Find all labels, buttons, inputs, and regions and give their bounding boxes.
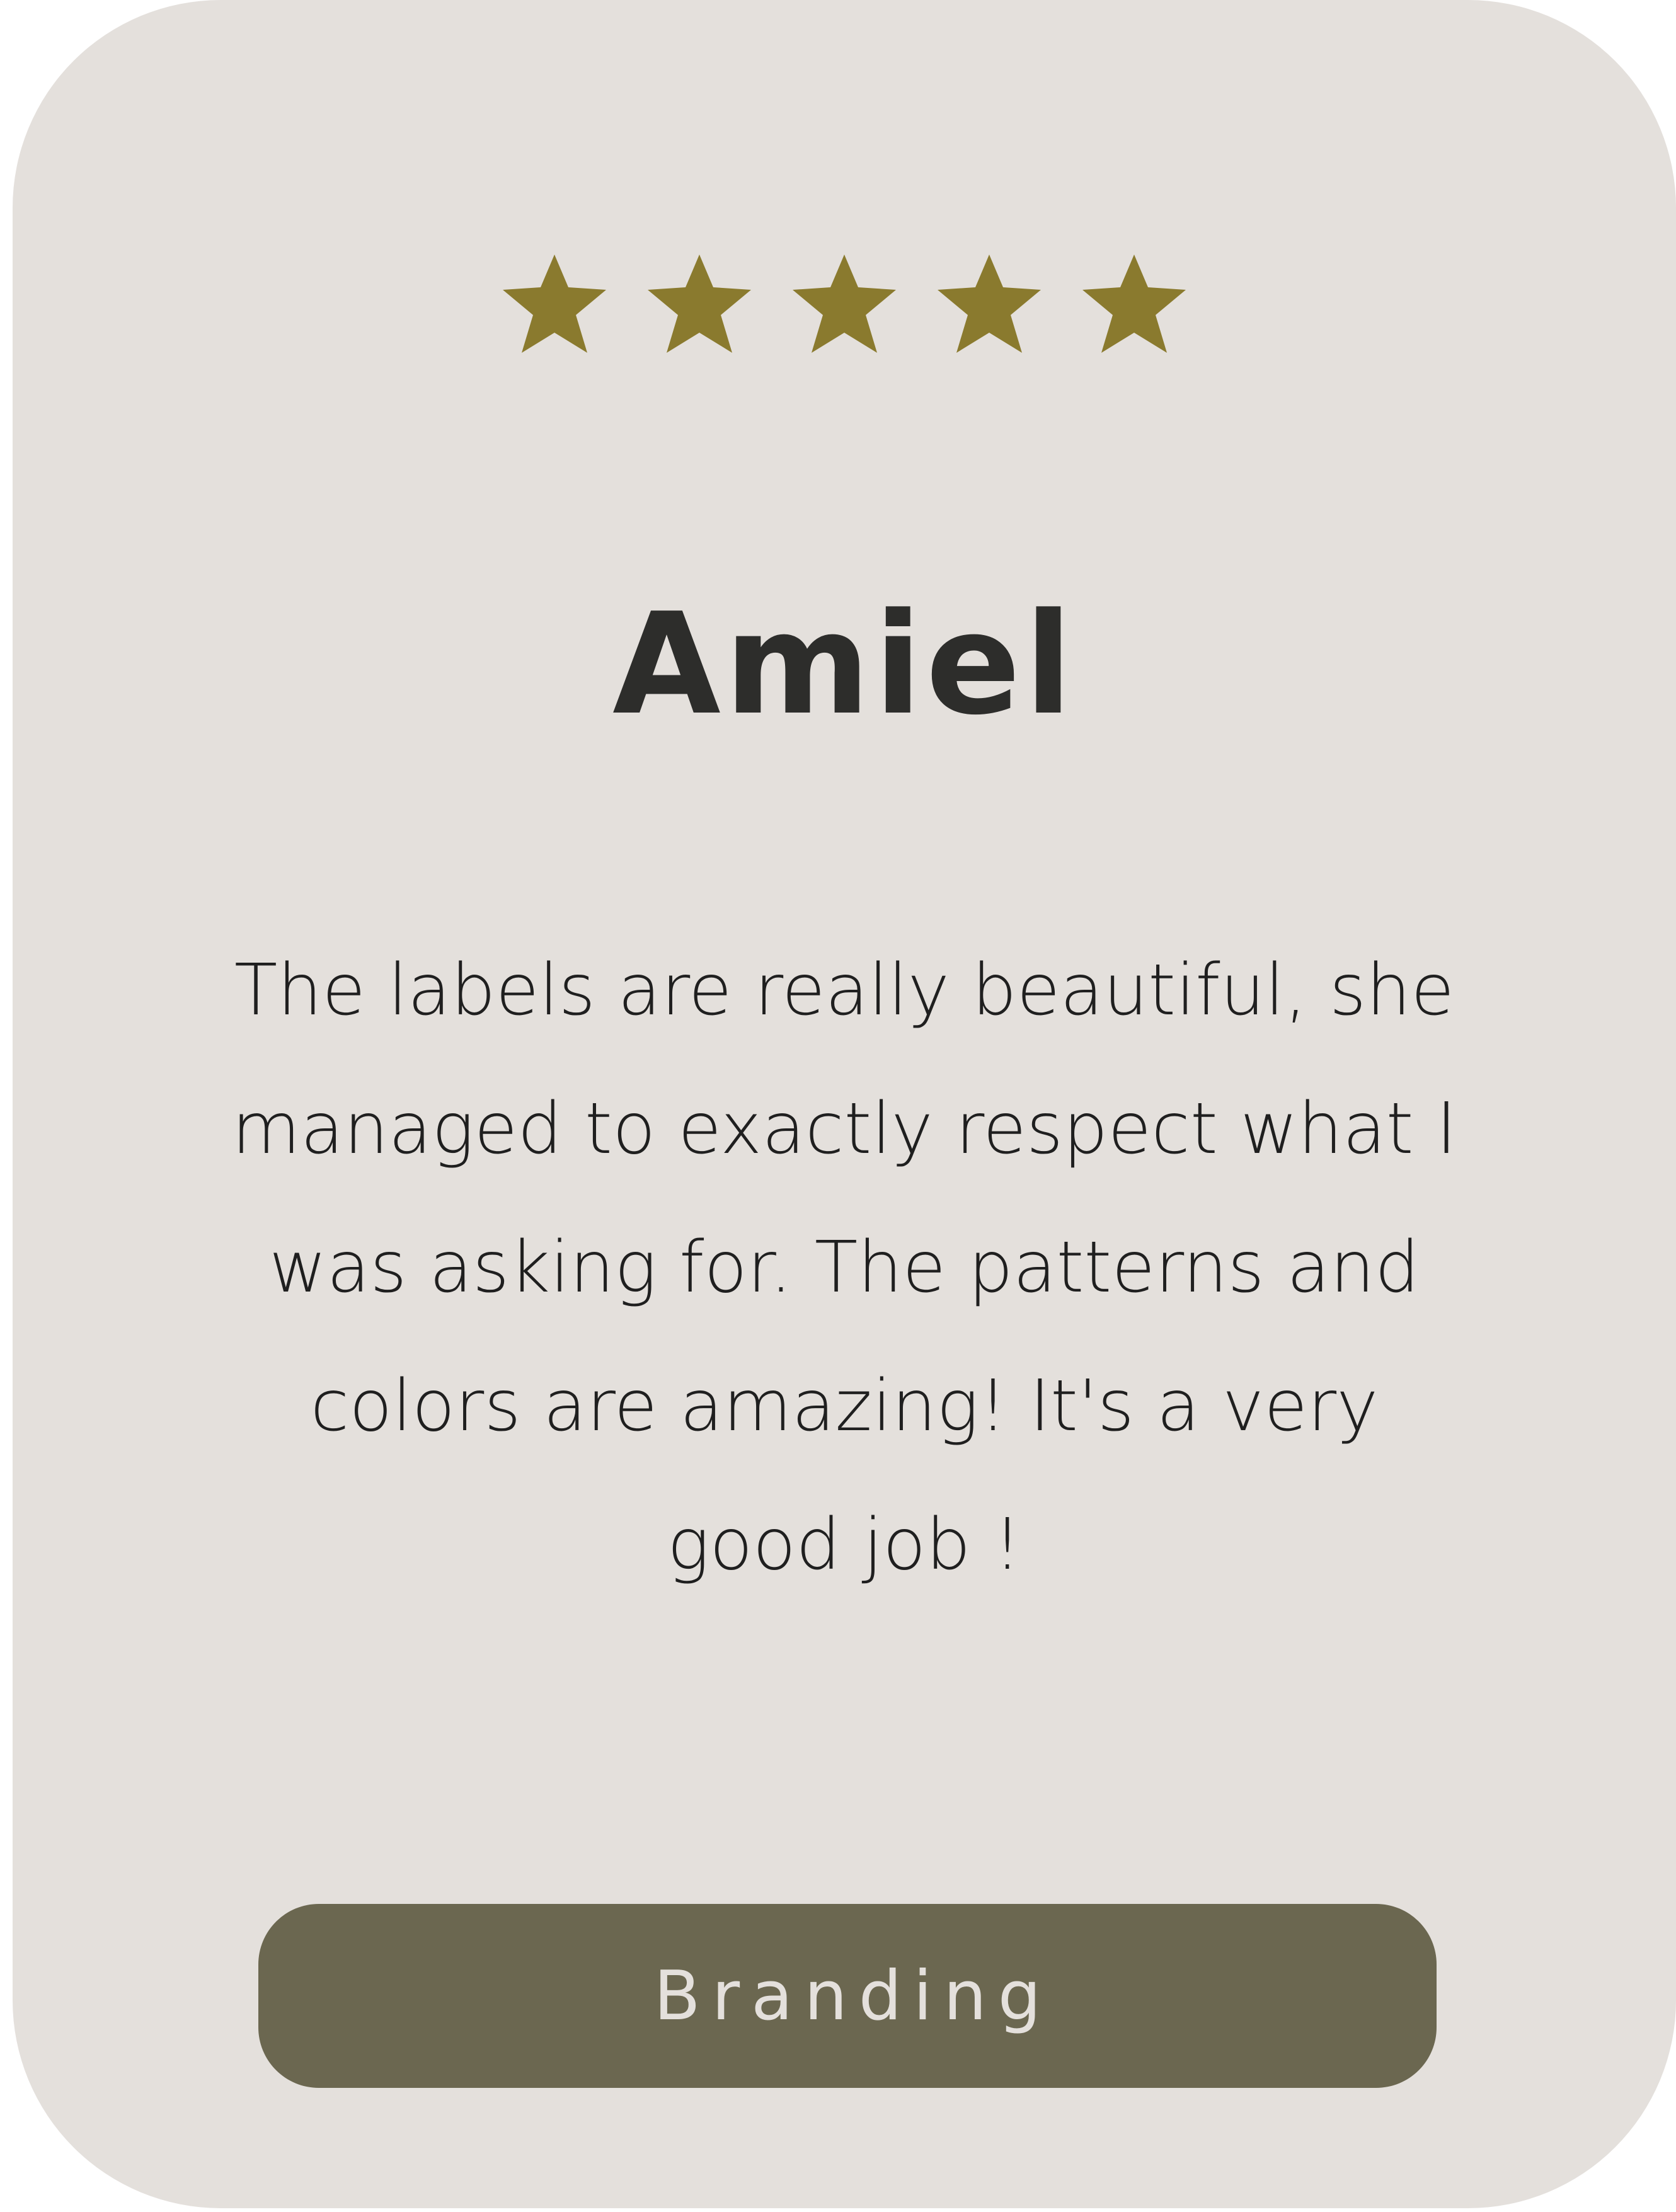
star-icon bbox=[793, 255, 896, 353]
tag-label: Branding bbox=[653, 1956, 1053, 2036]
testimonial-card: Amiel The labels are really beautiful, s… bbox=[13, 0, 1676, 2208]
branding-tag-button[interactable]: Branding bbox=[258, 1904, 1437, 2088]
review-text: The labels are really beautiful, she man… bbox=[231, 949, 1457, 1586]
star-icon bbox=[503, 255, 606, 353]
star-icon bbox=[1082, 255, 1186, 353]
star-icon bbox=[938, 255, 1041, 353]
star-icon bbox=[648, 255, 751, 353]
reviewer-name: Amiel bbox=[612, 583, 1076, 746]
star-rating bbox=[13, 255, 1676, 353]
